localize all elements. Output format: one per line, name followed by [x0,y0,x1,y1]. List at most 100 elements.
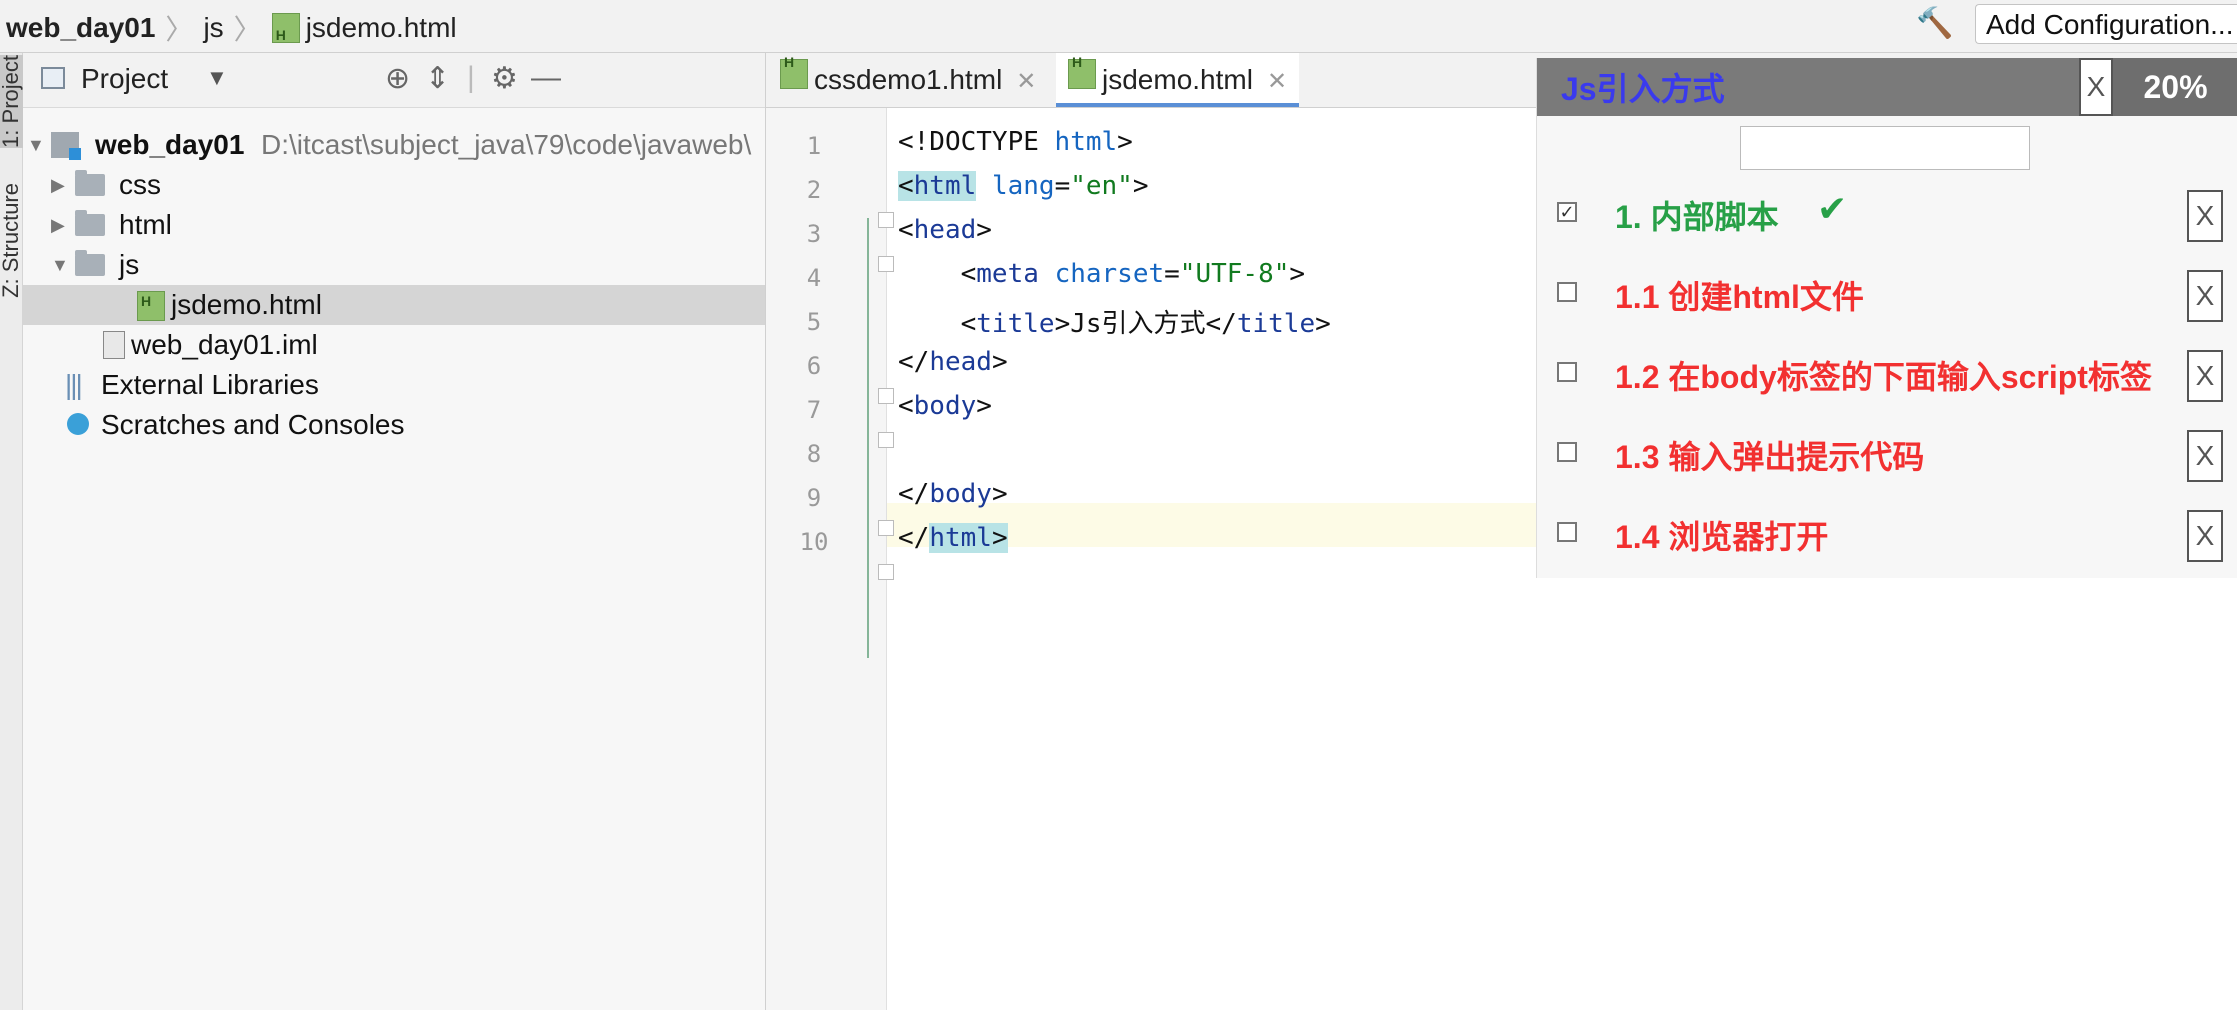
project-view-selector[interactable]: Project [81,63,168,95]
remove-task-button[interactable]: X [2187,430,2223,482]
tree-item-scratches[interactable]: Scratches and Consoles [23,405,765,445]
code-token: > [991,479,1008,509]
code-line-1[interactable]: <!DOCTYPE html> [898,127,1133,157]
code-token: > [1315,309,1331,339]
folder-icon [75,250,105,276]
breadcrumb-project[interactable]: web_day01 [6,12,155,44]
html-file-icon [1068,35,1096,89]
build-hammer-icon[interactable]: 🔨 [1916,6,1953,41]
remove-task-button[interactable]: X [2187,190,2223,242]
minimize-icon[interactable]: — [531,61,561,95]
breadcrumb-folder[interactable]: js [203,12,223,44]
code-token: > [991,347,1008,377]
line-number: 5 [806,308,822,336]
line-number: 2 [806,176,822,204]
code-token: < [898,309,977,339]
tree-item-js[interactable]: ▼ js [23,245,765,285]
tree-item-label: jsdemo.html [171,289,322,320]
progress-indicator: 20% [2113,58,2237,116]
code-token: = [1054,171,1071,201]
todo-item: ✓ 1. 内部脚本 ✔ X [1537,174,2237,254]
tree-item-external-libraries[interactable]: ||| External Libraries [23,365,765,405]
structure-tool-tab[interactable]: Z: Structure [0,183,24,298]
add-configuration-button[interactable]: Add Configuration... [1975,4,2237,44]
task-label: 1.4 浏览器打开 [1615,519,1829,555]
expanded-arrow-icon[interactable]: ▼ [51,245,69,285]
todo-header: Js引入方式 X 20% [1537,58,2237,116]
task-checkbox[interactable] [1557,282,1577,302]
line-number: 6 [806,352,822,380]
remove-task-button[interactable]: X [2187,510,2223,562]
tool-window-strip: 1: Project Z: Structure [0,53,24,1010]
task-checkbox[interactable] [1557,522,1577,542]
task-label: 1.1 创建html文件 [1615,279,1864,315]
close-panel-button[interactable]: X [2079,58,2113,116]
line-number: 4 [806,264,822,292]
close-tab-icon[interactable]: ✕ [1267,68,1287,95]
code-line-2[interactable]: <html lang="en"> [898,171,1149,201]
task-checkbox[interactable] [1557,442,1577,462]
collapsed-arrow-icon[interactable]: ▶ [51,165,65,205]
fold-marker-icon[interactable] [878,432,894,448]
fold-marker-icon[interactable] [878,212,894,228]
code-line-3[interactable]: <head> [898,215,992,245]
todo-item: 1.3 输入弹出提示代码 X [1537,414,2237,494]
code-token: "UTF-8" [1179,259,1290,289]
dropdown-caret-icon[interactable]: ▼ [206,65,228,91]
collapsed-arrow-icon[interactable]: ▶ [51,205,65,245]
code-token: html [1054,127,1118,157]
chevron-right-icon: 〉 [165,14,194,45]
code-line-6[interactable]: </head> [898,347,1008,377]
code-token: < [898,259,977,289]
tree-item-iml[interactable]: web_day01.iml [23,325,765,365]
tab-label: jsdemo.html [1102,64,1253,95]
tree-item-web_day01[interactable]: ▼ web_day01 D:\itcast\subject_java\79\co… [23,125,765,165]
code-line-10[interactable]: </html> [898,523,1008,553]
tree-item-jsdemo[interactable]: jsdemo.html [23,281,765,325]
gear-icon[interactable]: ⚙ [491,61,518,96]
tree-item-css[interactable]: ▶ css [23,165,765,205]
code-line-4[interactable]: <meta charset="UTF-8"> [898,259,1305,289]
task-checkbox[interactable]: ✓ [1557,202,1577,222]
tab-jsdemo[interactable]: jsdemo.html ✕ [1056,35,1300,107]
code-token: "en" [1070,171,1133,201]
fold-marker-icon[interactable] [878,256,894,272]
remove-task-button[interactable]: X [2187,270,2223,322]
html-file-icon [137,281,165,321]
code-token: head [929,347,992,377]
project-tool-tab[interactable]: 1: Project [0,55,24,148]
code-token: > [976,215,992,245]
task-label: 1. 内部脚本 [1615,199,1779,235]
module-folder-icon [51,132,81,160]
fold-marker-icon[interactable] [878,520,894,536]
todo-panel: Js引入方式 X 20% ✓ 1. 内部脚本 ✔ X 1.1 创建html文件 … [1536,58,2237,578]
task-label: 1.2 在body标签的下面输入script标签 [1615,359,2152,395]
code-token: </ [898,523,930,553]
close-tab-icon[interactable]: ✕ [1016,68,1036,95]
scratches-icon [67,413,89,435]
code-line-7[interactable]: <body> [898,391,992,421]
remove-task-button[interactable]: X [2187,350,2223,402]
tree-item-html[interactable]: ▶ html [23,205,765,245]
task-checkbox[interactable] [1557,362,1577,382]
code-line-5[interactable]: <title>Js引入方式</title> [898,303,1331,340]
new-task-input[interactable] [1740,126,2030,170]
expanded-arrow-icon[interactable]: ▼ [27,125,45,165]
project-view-icon [41,67,65,89]
code-token: </ [898,479,930,509]
fold-guide [867,218,869,658]
folder-icon [75,170,105,196]
tab-cssdemo1[interactable]: cssdemo1.html ✕ [780,35,1048,107]
code-token: > [1117,127,1133,157]
collapse-all-icon[interactable]: ⇕ [425,61,450,96]
locate-icon[interactable]: ⊕ [385,61,410,96]
code-token: < [898,171,914,201]
code-line-9[interactable]: </body> [898,479,1008,509]
code-token: meta [976,259,1039,289]
line-gutter: 1 2 3 4 5 6 7 8 9 10 [766,108,894,1010]
breadcrumb-file[interactable]: jsdemo.html [306,12,457,44]
code-token: title [976,309,1055,339]
fold-marker-icon[interactable] [878,388,894,404]
tree-item-label: Scratches and Consoles [101,409,405,440]
fold-marker-icon[interactable] [878,564,894,580]
